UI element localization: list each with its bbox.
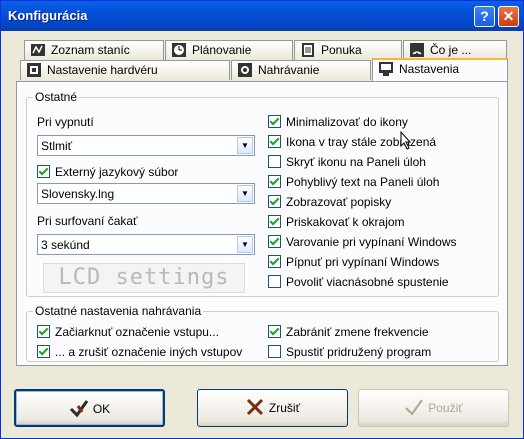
checkbox-label: Zabrániť zmene frekvencie xyxy=(286,325,429,339)
chevron-down-icon[interactable]: ▼ xyxy=(237,185,253,202)
option-multi-instance-checkbox[interactable]: Povoliť viacnásobné spustenie xyxy=(268,275,449,289)
rec-prevent-frequency-change-checkbox[interactable]: Zabrániť zmene frekvencie xyxy=(268,325,429,339)
checkbox-box[interactable] xyxy=(37,165,50,178)
checkbox-label: Spustiť pridružený program xyxy=(286,345,432,359)
settings-monitor-icon xyxy=(379,62,393,76)
checkbox-label: Priskakovať k okrajom xyxy=(286,215,405,229)
mouse-cursor-icon xyxy=(400,131,412,150)
lang-file-value: Slovensky.lng xyxy=(41,187,115,201)
checkbox-box[interactable] xyxy=(268,135,281,148)
cancel-x-icon xyxy=(246,398,263,416)
tab-label: Ponuka xyxy=(321,43,362,57)
rec-uncheck-others-checkbox[interactable]: ... a zrušiť označenie iných vstupov xyxy=(37,345,242,359)
tab-label: Plánovanie xyxy=(192,43,252,57)
option-snap-edges-checkbox[interactable]: Priskakovať k okrajom xyxy=(268,215,405,229)
checkbox-box[interactable] xyxy=(268,115,281,128)
ok-label: OK xyxy=(92,402,111,416)
apply-button[interactable]: Použiť xyxy=(358,389,509,427)
station-list-icon xyxy=(31,44,45,56)
checkbox-box[interactable] xyxy=(268,215,281,228)
surf-wait-select[interactable]: 3 sekúnd ▼ xyxy=(37,234,255,255)
chevron-down-icon[interactable]: ▼ xyxy=(237,236,253,253)
checkmark-icon xyxy=(69,400,89,418)
checkbox-box[interactable] xyxy=(268,195,281,208)
option-tooltips-checkbox[interactable]: Zobrazovať popisky xyxy=(268,195,391,209)
option-hide-taskbar-icon-checkbox[interactable]: Skryť ikonu na Paneli úloh xyxy=(268,155,426,169)
other-group: Ostatné Pri vypnutí Stlmiť ▼ Externý jaz… xyxy=(26,90,499,297)
checkbox-box[interactable] xyxy=(268,175,281,188)
tab-label: Čo je ... xyxy=(430,43,472,57)
checkbox-label: Pohyblivý text na Paneli úloh xyxy=(286,175,440,189)
checkbox-box[interactable] xyxy=(268,235,281,248)
window-title: Konfigurácia xyxy=(8,8,88,23)
tab-planovanie[interactable]: Plánovanie xyxy=(165,40,293,60)
ok-button[interactable]: OK xyxy=(14,389,165,427)
tab-nastavenie-hardveru[interactable]: Nastavenie hardvéru xyxy=(20,60,230,80)
checkmark-icon xyxy=(405,399,424,416)
checkbox-box[interactable] xyxy=(268,345,281,358)
recording-group: Ostatné nastavenia nahrávania Začiarknuť… xyxy=(26,304,499,362)
checkbox-label: Minimalizovať do ikony xyxy=(286,115,408,129)
settings-panel: Ostatné Pri vypnutí Stlmiť ▼ Externý jaz… xyxy=(16,81,508,366)
external-lang-checkbox[interactable]: Externý jazykový súbor xyxy=(37,165,178,179)
tab-label: Nastavenia xyxy=(399,62,460,76)
tab-ponuka[interactable]: Ponuka xyxy=(294,40,402,60)
checkbox-box[interactable] xyxy=(268,255,281,268)
tab-label: Zoznam staníc xyxy=(51,43,130,57)
shutdown-label: Pri vypnutí xyxy=(37,115,94,129)
checkbox-label: Začiarknuť označenie vstupu... xyxy=(55,325,219,339)
checkbox-box[interactable] xyxy=(268,275,281,288)
option-minimize-checkbox[interactable]: Minimalizovať do ikony xyxy=(268,115,408,129)
cancel-label: Zrušiť xyxy=(268,401,301,415)
checkbox-box[interactable] xyxy=(268,155,281,168)
checkbox-box[interactable] xyxy=(268,325,281,338)
menu-icon xyxy=(302,43,314,57)
option-shutdown-warning-checkbox[interactable]: Varovanie pri vypínaní Windows xyxy=(268,235,457,249)
checkbox-box[interactable] xyxy=(37,325,50,338)
option-shutdown-beep-checkbox[interactable]: Pípnuť pri vypínaní Windows xyxy=(268,255,439,269)
checkbox-label: Externý jazykový súbor xyxy=(55,165,179,179)
surf-wait-value: 3 sekúnd xyxy=(41,238,90,252)
option-scrolling-text-checkbox[interactable]: Pohyblivý text na Paneli úloh xyxy=(268,175,439,189)
hardware-icon xyxy=(27,63,41,77)
lang-file-select[interactable]: Slovensky.lng ▼ xyxy=(37,183,255,204)
wave-icon xyxy=(410,43,424,57)
tab-zoznam-stanic[interactable]: Zoznam staníc xyxy=(24,40,164,60)
tab-label: Nastavenie hardvéru xyxy=(47,63,158,77)
shutdown-value: Stlmiť xyxy=(41,139,73,153)
title-bar[interactable]: Konfigurácia ? ✕ xyxy=(1,1,523,31)
chevron-down-icon[interactable]: ▼ xyxy=(237,137,253,154)
tab-co-je[interactable]: Čo je ... xyxy=(403,40,507,60)
shutdown-select[interactable]: Stlmiť ▼ xyxy=(37,135,255,156)
close-button[interactable]: ✕ xyxy=(498,6,519,27)
group-title: Ostatné nastavenia nahrávania xyxy=(33,304,204,318)
surf-wait-label: Pri surfovaní čakať xyxy=(37,214,138,228)
help-button[interactable]: ? xyxy=(474,6,495,27)
clock-icon xyxy=(172,43,186,57)
checkbox-box[interactable] xyxy=(37,345,50,358)
tab-nastavenia[interactable]: Nastavenia xyxy=(372,58,508,81)
checkbox-label: Ikona v tray stále zobrazená xyxy=(286,135,437,149)
rec-check-input-checkbox[interactable]: Začiarknuť označenie vstupu... xyxy=(37,325,219,339)
rec-run-program-checkbox[interactable]: Spustiť pridružený program xyxy=(268,345,431,359)
checkbox-label: ... a zrušiť označenie iných vstupov xyxy=(55,345,243,359)
tab-label: Nahrávanie xyxy=(258,63,320,77)
checkbox-label: Varovanie pri vypínaní Windows xyxy=(286,235,457,249)
cancel-button[interactable]: Zrušiť xyxy=(197,389,348,427)
checkbox-label: Skryť ikonu na Paneli úloh xyxy=(286,155,426,169)
record-icon xyxy=(238,63,252,77)
checkbox-label: Povoliť viacnásobné spustenie xyxy=(286,275,449,289)
checkbox-label: Zobrazovať popisky xyxy=(286,195,392,209)
apply-label: Použiť xyxy=(428,401,463,415)
group-title: Ostatné xyxy=(33,90,80,104)
checkbox-label: Pípnuť pri vypínaní Windows xyxy=(286,255,440,269)
lcd-settings-button[interactable]: LCD settings xyxy=(43,263,245,293)
tab-nahravanie[interactable]: Nahrávanie xyxy=(231,60,371,80)
